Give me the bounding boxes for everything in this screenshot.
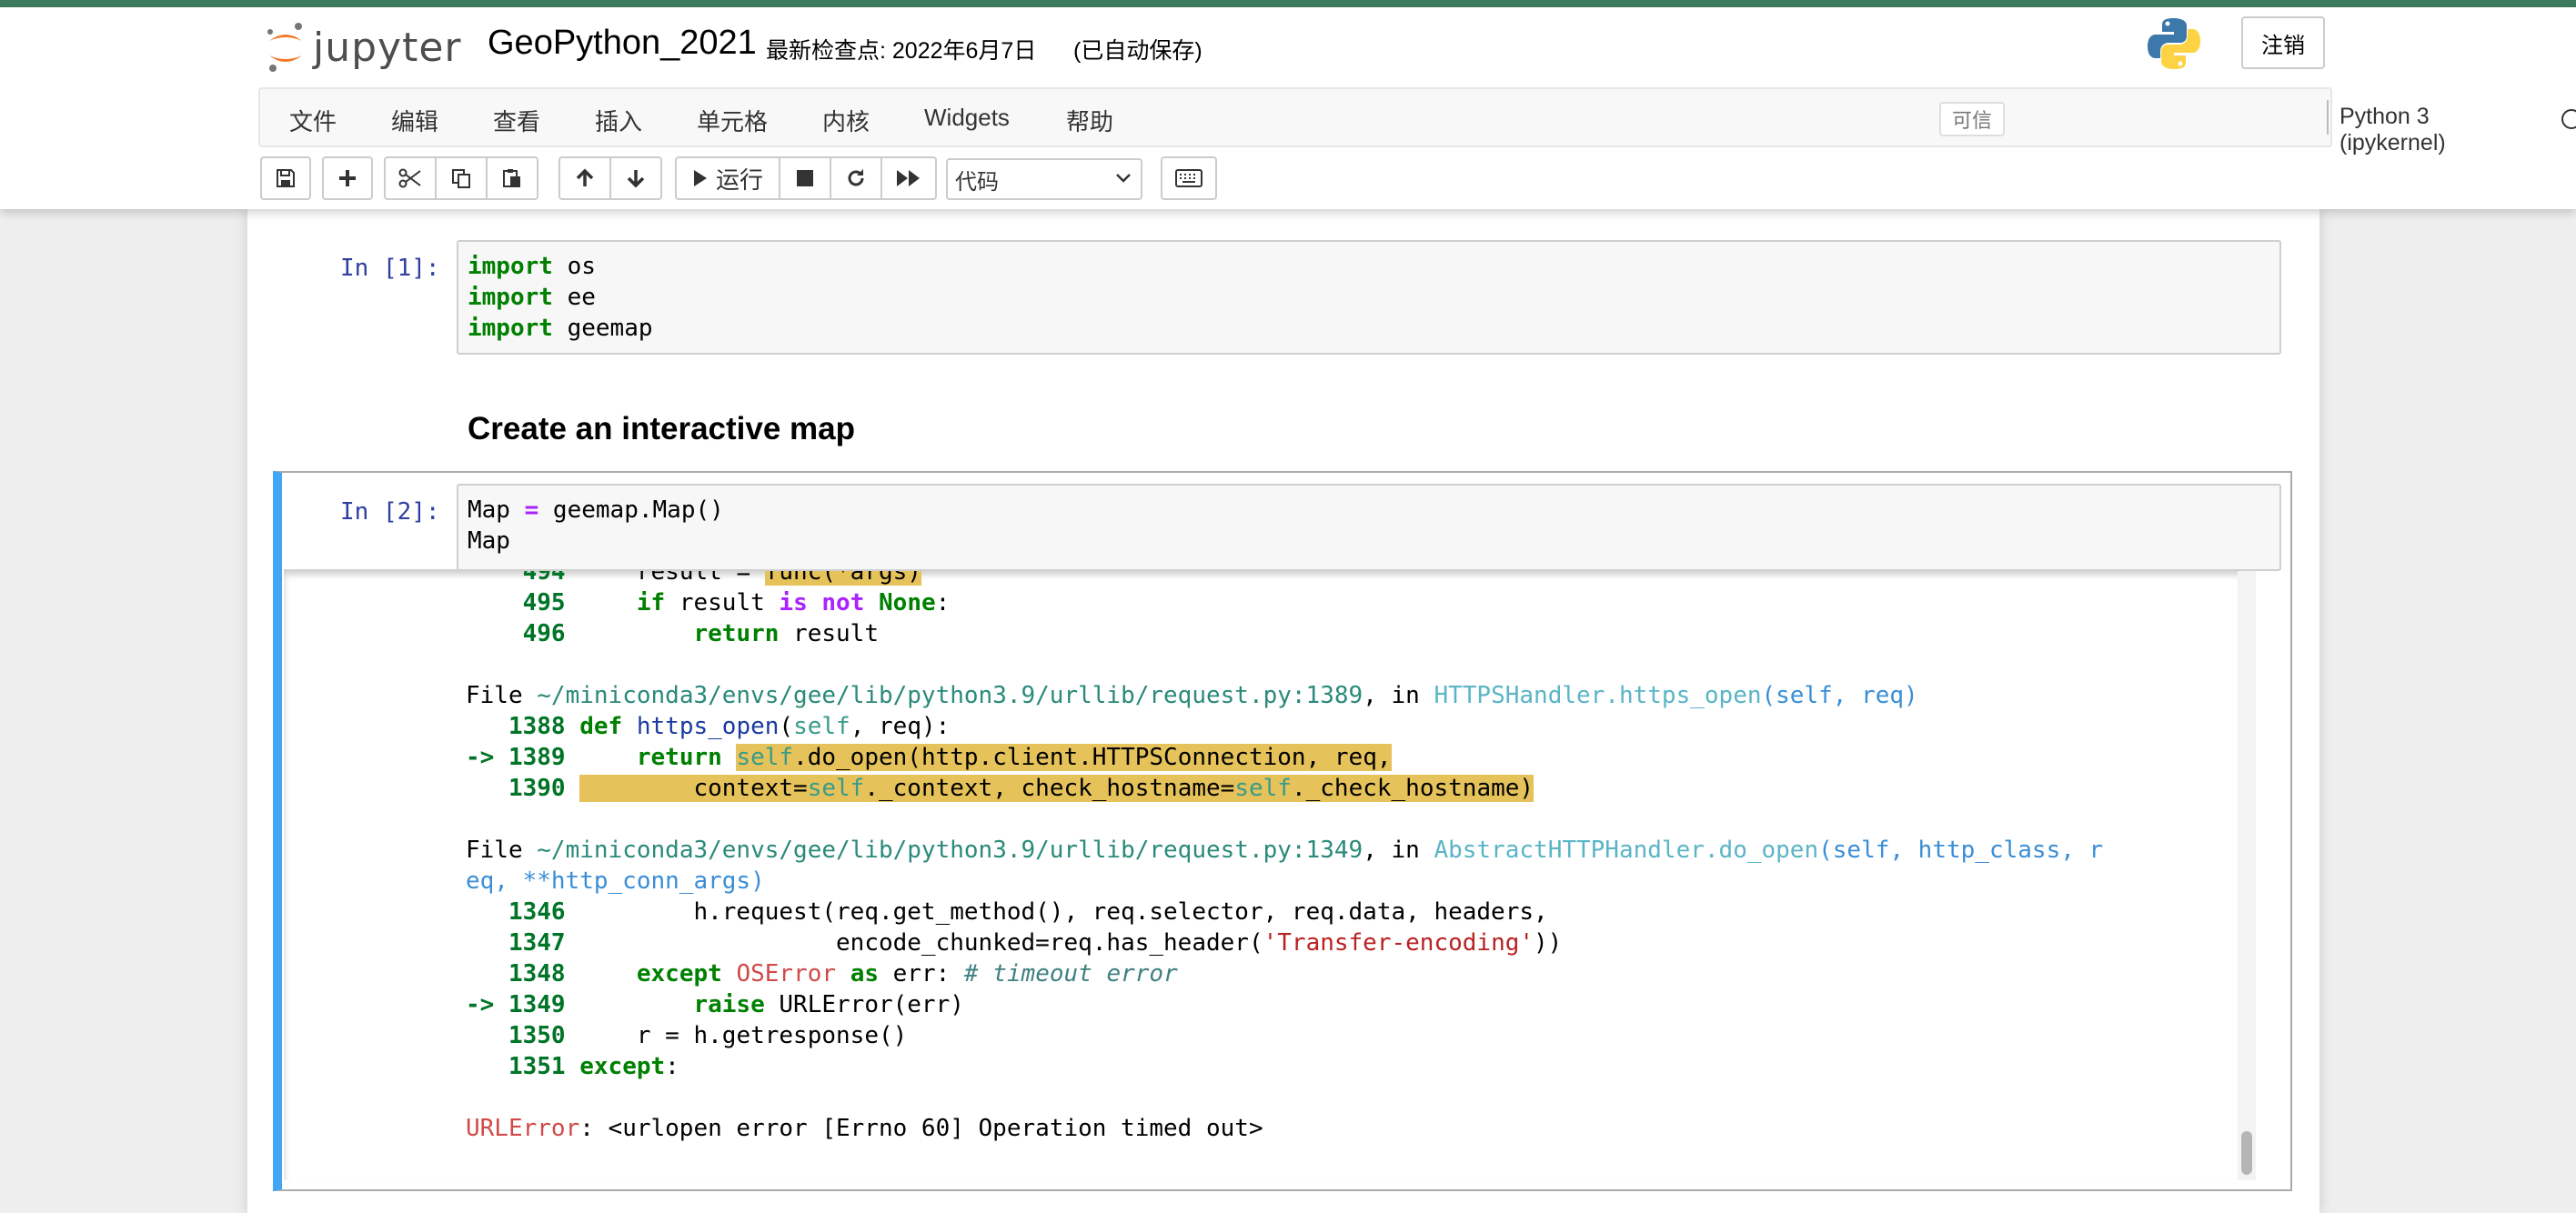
stop-icon xyxy=(797,170,813,186)
arrow-up-icon xyxy=(576,168,594,186)
save-icon xyxy=(277,169,295,187)
traceback-output: 494 result = func(*args) 495 if result i… xyxy=(466,569,2103,1144)
cell2-code-editor[interactable]: Map = geemap.Map() Map xyxy=(457,484,2281,571)
menu-cell[interactable]: 单元格 xyxy=(697,104,768,137)
interrupt-button[interactable] xyxy=(779,156,831,200)
run-button[interactable]: 运行 xyxy=(675,156,780,200)
restart-kernel-button[interactable] xyxy=(830,156,882,200)
menu-bar: 文件 编辑 查看 插入 单元格 内核 Widgets 帮助 可信 Python … xyxy=(258,87,2576,155)
save-button[interactable] xyxy=(260,156,311,200)
checkpoint-status: 最新检查点: 2022年6月7日 xyxy=(766,38,1037,64)
markdown-heading: Create an interactive map xyxy=(468,411,856,446)
kernel-name[interactable]: Python 3 (ipykernel) xyxy=(2340,104,2446,156)
cell-type-value: 代码 xyxy=(955,169,999,195)
paste-button[interactable] xyxy=(486,156,538,200)
command-palette-button[interactable] xyxy=(1161,156,1217,200)
output-scrollbar[interactable] xyxy=(2238,569,2256,1180)
play-icon xyxy=(693,170,707,186)
trusted-indicator[interactable]: 可信 xyxy=(1939,102,2006,136)
insert-cell-button[interactable] xyxy=(322,156,373,200)
kernel-idle-icon xyxy=(2561,109,2576,129)
cell1-prompt: In [1]: xyxy=(340,255,440,282)
top-accent-bar xyxy=(0,0,2576,7)
plus-icon xyxy=(339,170,356,186)
menu-edit[interactable]: 编辑 xyxy=(391,104,438,137)
jupyter-logo-icon xyxy=(267,23,302,72)
header: jupyter GeoPython_2021 最新检查点: 2022年6月7日 … xyxy=(0,7,2576,209)
cell2-output[interactable]: 494 result = func(*args) 495 if result i… xyxy=(284,569,2256,1180)
kernel-separator xyxy=(2327,100,2329,135)
run-label: 运行 xyxy=(715,165,763,194)
menu-widgets[interactable]: Widgets xyxy=(924,104,1010,132)
copy-icon xyxy=(452,169,470,188)
restart-run-all-button[interactable] xyxy=(880,156,937,200)
cell1-code-editor[interactable]: import os import ee import geemap xyxy=(457,240,2281,355)
jupyter-logo[interactable]: jupyter xyxy=(266,18,462,76)
cell-type-select[interactable]: 代码 xyxy=(946,158,1142,200)
paste-icon xyxy=(503,169,520,187)
output-scrollbar-thumb[interactable] xyxy=(2241,1131,2252,1175)
notebook-name[interactable]: GeoPython_2021 xyxy=(488,24,757,63)
menu-file[interactable]: 文件 xyxy=(289,104,337,137)
keyboard-icon xyxy=(1175,169,1202,187)
menu-insert[interactable]: 插入 xyxy=(595,104,642,137)
menu-view[interactable]: 查看 xyxy=(493,104,540,137)
scissors-icon xyxy=(398,168,421,188)
jupyter-logo-text: jupyter xyxy=(313,24,462,71)
restart-icon xyxy=(848,169,864,186)
autosave-status: (已自动保存) xyxy=(1073,38,1202,64)
arrow-down-icon xyxy=(627,170,645,188)
cell2-prompt: In [2]: xyxy=(340,498,440,526)
menu-help[interactable]: 帮助 xyxy=(1066,104,1113,137)
chevron-down-icon xyxy=(1116,174,1131,183)
move-up-button[interactable] xyxy=(558,156,611,200)
copy-button[interactable] xyxy=(435,156,488,200)
menu-kernel[interactable]: 内核 xyxy=(822,104,870,137)
cut-button[interactable] xyxy=(384,156,437,200)
move-down-button[interactable] xyxy=(609,156,662,200)
fast-forward-icon xyxy=(897,170,920,186)
python-logo-icon xyxy=(2148,18,2200,69)
logout-button[interactable]: 注销 xyxy=(2241,16,2325,69)
